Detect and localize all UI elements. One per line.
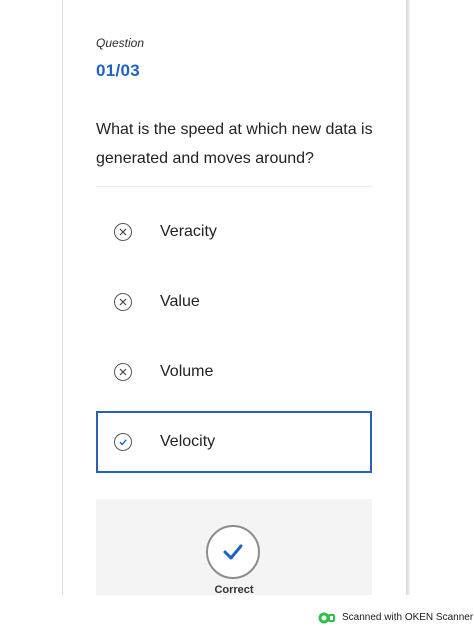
divider <box>96 186 372 187</box>
check-circle-icon <box>114 433 132 451</box>
option-veracity[interactable]: Veracity <box>96 202 372 262</box>
close-circle-icon <box>114 363 132 381</box>
option-volume[interactable]: Volume <box>96 342 372 402</box>
close-circle-icon <box>114 293 132 311</box>
close-circle-icon <box>114 223 132 241</box>
option-label: Value <box>160 293 200 310</box>
option-label: Veracity <box>160 223 217 240</box>
oken-logo-icon <box>318 612 335 624</box>
option-value[interactable]: Value <box>96 272 372 332</box>
option-velocity[interactable]: Velocity <box>96 411 372 473</box>
card-shadow <box>406 0 410 595</box>
question-text: What is the speed at which new data is g… <box>96 121 373 167</box>
scanner-text: Scanned with OKEN Scanner <box>342 612 474 623</box>
option-label: Volume <box>160 363 214 380</box>
question-counter: 01/03 <box>96 61 141 80</box>
checkmark-icon <box>206 525 260 579</box>
question-label: Question <box>96 36 145 50</box>
feedback-panel: Correct <box>96 499 372 596</box>
option-label: Velocity <box>160 433 216 450</box>
page-margin <box>0 0 62 595</box>
